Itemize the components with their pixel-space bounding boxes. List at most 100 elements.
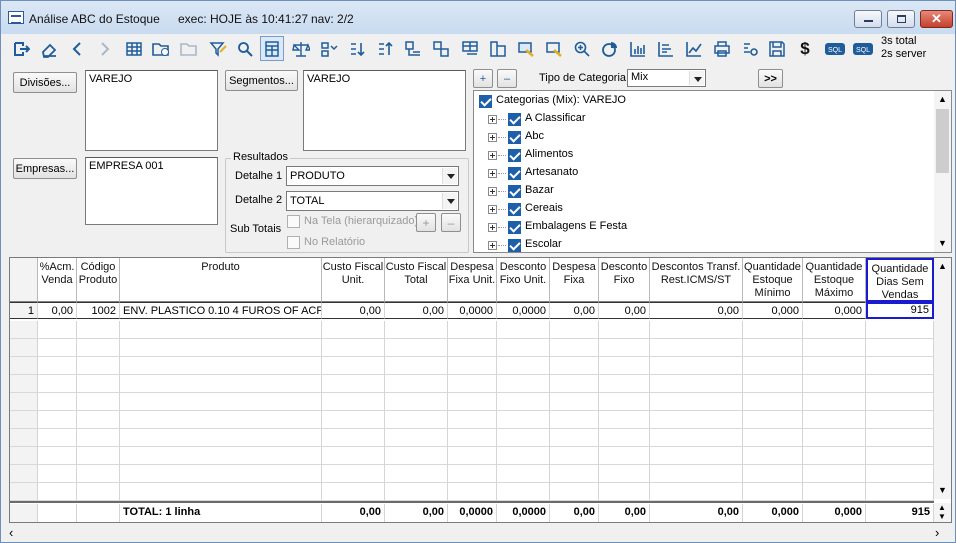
empty-cell[interactable] (120, 321, 322, 339)
column-header[interactable]: Custo Fiscal Total (385, 258, 448, 302)
empty-cell[interactable] (803, 357, 866, 375)
empty-cell[interactable] (38, 339, 77, 357)
bar-chart-icon[interactable] (626, 36, 650, 61)
empty-cell[interactable] (866, 411, 934, 429)
tree-item-checkbox[interactable] (508, 239, 521, 252)
empty-cell[interactable] (650, 393, 743, 411)
empty-cell[interactable] (650, 375, 743, 393)
column-header[interactable]: Quantidade Estoque Máximo (803, 258, 866, 302)
empty-cell[interactable] (497, 339, 550, 357)
empty-cell[interactable] (10, 411, 38, 429)
column-header[interactable]: Código Produto (77, 258, 120, 302)
empty-cell[interactable] (866, 357, 934, 375)
empty-cell[interactable] (866, 339, 934, 357)
column-header[interactable]: Produto (120, 258, 322, 302)
table-cell[interactable]: 0,0000 (497, 302, 550, 319)
table-cell[interactable]: 0,0000 (448, 302, 497, 319)
empty-cell[interactable] (803, 447, 866, 465)
table-cell[interactable]: 0,00 (38, 302, 77, 319)
tree-item-checkbox[interactable] (508, 185, 521, 198)
empty-cell[interactable] (120, 357, 322, 375)
empty-cell[interactable] (599, 357, 650, 375)
empty-cell[interactable] (866, 393, 934, 411)
empty-cell[interactable] (448, 483, 497, 501)
empty-cell[interactable] (77, 393, 120, 411)
empty-cell[interactable] (497, 465, 550, 483)
empty-cell[interactable] (77, 483, 120, 501)
empty-cell[interactable] (803, 375, 866, 393)
expand-icon[interactable] (488, 205, 497, 214)
empty-cell[interactable] (448, 429, 497, 447)
layout-icon[interactable] (458, 36, 482, 61)
table-cell[interactable]: 0,00 (385, 302, 448, 319)
sort-icon[interactable] (317, 36, 341, 61)
empty-cell[interactable] (743, 411, 803, 429)
empty-cell[interactable] (550, 483, 599, 501)
empty-cell[interactable] (120, 339, 322, 357)
expand-icon[interactable] (488, 241, 497, 250)
empty-cell[interactable] (550, 465, 599, 483)
empty-cell[interactable] (77, 321, 120, 339)
category-type-select[interactable]: Mix (627, 69, 706, 87)
empty-cell[interactable] (866, 483, 934, 501)
empty-cell[interactable] (803, 321, 866, 339)
table-cell[interactable]: 1002 (77, 302, 120, 319)
empty-cell[interactable] (385, 339, 448, 357)
empty-cell[interactable] (743, 375, 803, 393)
empty-cell[interactable] (497, 357, 550, 375)
empty-cell[interactable] (550, 339, 599, 357)
empresas-list[interactable]: EMPRESA 001 (85, 157, 218, 225)
empty-cell[interactable] (322, 465, 385, 483)
column-header[interactable]: Quantidade Dias Sem Vendas (866, 258, 934, 302)
tree-item-checkbox[interactable] (508, 149, 521, 162)
line-chart-icon[interactable] (682, 36, 706, 61)
empty-cell[interactable] (38, 375, 77, 393)
segmentos-list[interactable]: VAREJO (303, 70, 466, 151)
empty-cell[interactable] (38, 357, 77, 375)
close-button[interactable]: ✕ (920, 10, 953, 28)
sql2-icon[interactable]: SQL (851, 36, 875, 61)
chevron-right-icon[interactable]: › (935, 525, 939, 540)
empty-cell[interactable] (10, 339, 38, 357)
empty-cell[interactable] (650, 357, 743, 375)
column-header[interactable]: Despesa Fixa Unit. (448, 258, 497, 302)
chevron-up-icon[interactable]: ▲ (938, 94, 947, 104)
empty-cell[interactable] (803, 429, 866, 447)
empty-cell[interactable] (77, 375, 120, 393)
column-header[interactable]: %Acm. Venda (38, 258, 77, 302)
empty-cell[interactable] (120, 375, 322, 393)
empty-cell[interactable] (743, 429, 803, 447)
empty-cell[interactable] (743, 483, 803, 501)
empty-cell[interactable] (385, 357, 448, 375)
empty-cell[interactable] (803, 339, 866, 357)
empty-cell[interactable] (385, 375, 448, 393)
export2-icon[interactable] (542, 36, 566, 61)
empty-cell[interactable] (550, 393, 599, 411)
column-header[interactable]: Descontos Transf. Rest.ICMS/ST (650, 258, 743, 302)
empty-cell[interactable] (385, 483, 448, 501)
pie-chart-icon[interactable] (598, 36, 622, 61)
empty-cell[interactable] (448, 321, 497, 339)
empty-cell[interactable] (550, 411, 599, 429)
column-header[interactable] (10, 258, 38, 302)
empty-cell[interactable] (497, 411, 550, 429)
empty-cell[interactable] (650, 321, 743, 339)
empty-cell[interactable] (803, 483, 866, 501)
empty-cell[interactable] (599, 375, 650, 393)
balance-icon[interactable] (289, 36, 313, 61)
table-cell[interactable]: 0,00 (599, 302, 650, 319)
collapse-all-icon[interactable]: – (441, 213, 461, 232)
zoom-icon[interactable] (570, 36, 594, 61)
empty-cell[interactable] (599, 429, 650, 447)
empty-cell[interactable] (38, 465, 77, 483)
grid-scrollbar[interactable]: ▲ ▼ (934, 258, 951, 499)
empty-cell[interactable] (803, 411, 866, 429)
empty-cell[interactable] (77, 357, 120, 375)
empty-cell[interactable] (77, 429, 120, 447)
maximize-button[interactable] (887, 10, 915, 28)
sort-asc-icon[interactable] (373, 36, 397, 61)
empty-cell[interactable] (866, 465, 934, 483)
search-icon[interactable] (233, 36, 257, 61)
table-cell[interactable]: 1 (10, 302, 38, 319)
tree-item-checkbox[interactable] (508, 167, 521, 180)
